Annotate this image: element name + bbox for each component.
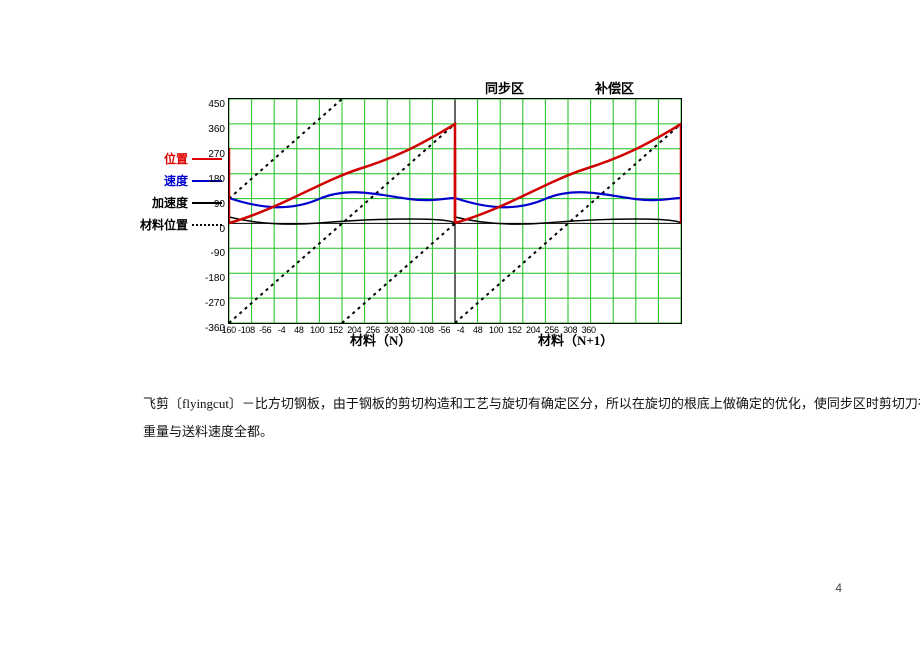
plot-area: 450360270180900-90-180-270-360 -160 -108…: [228, 98, 682, 324]
plot-svg: [229, 99, 681, 323]
legend-speed: 速度: [130, 170, 188, 192]
legend-position-text: 位置: [164, 152, 188, 166]
legend-speed-text: 速度: [164, 174, 188, 188]
page-number: 4: [835, 581, 842, 595]
zone-comp-label: 补偿区: [595, 78, 634, 97]
zone-sync-label: 同步区: [485, 78, 524, 97]
legend-matpos-text: 材料位置: [140, 218, 188, 232]
legend: 位置 速度 加速度 材料位置: [130, 148, 188, 236]
para-line-2: 重量与送料速度全都。: [130, 418, 830, 446]
x-axis-label-n: 材料（N）: [350, 330, 411, 349]
x-axis-label-n1: 材料（N+1）: [538, 330, 613, 349]
y-ticks: 450360270180900-90-180-270-360: [197, 93, 225, 342]
legend-accel-text: 加速度: [152, 196, 188, 210]
legend-position: 位置: [130, 148, 188, 170]
body-paragraph: 飞剪〔flyingcut〕－比方切钢板，由于钢板的剪切构造和工艺与旋切有确定区分…: [130, 390, 830, 446]
chart-container: 同步区 补偿区 位置 速度 加速度 材料位置: [130, 70, 690, 350]
para-line-1: 飞剪〔flyingcut〕－比方切钢板，由于钢板的剪切构造和工艺与旋切有确定区分…: [130, 390, 830, 418]
legend-matpos: 材料位置: [130, 214, 188, 236]
legend-accel: 加速度: [130, 192, 188, 214]
